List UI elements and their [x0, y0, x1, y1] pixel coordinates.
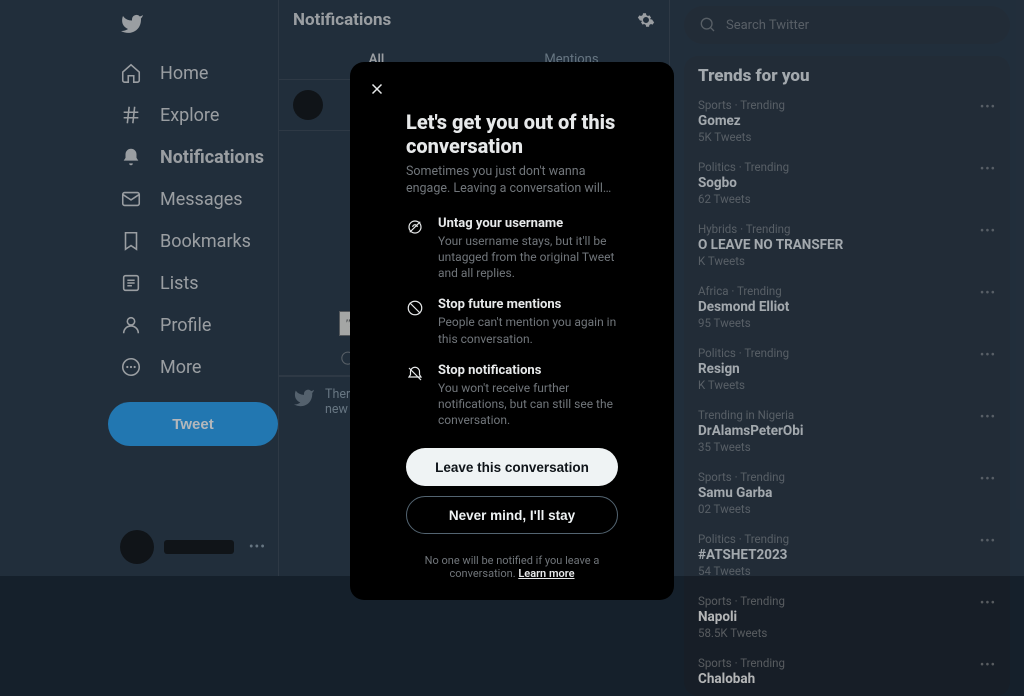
trend-name: Napoli	[698, 609, 996, 625]
leave-conversation-modal: Let's get you out of this conversation S…	[350, 62, 674, 600]
feature-title: Stop notifications	[438, 363, 618, 378]
trend-item[interactable]: Sports · TrendingChalobah•••	[684, 648, 1010, 696]
never-mind-button[interactable]: Never mind, I'll stay	[406, 496, 618, 534]
modal-subtitle: Sometimes you just don't wanna engage. L…	[406, 164, 618, 198]
trend-meta: Sports · Trending	[698, 656, 996, 670]
close-icon[interactable]	[368, 80, 386, 98]
feature-desc: Your username stays, but it'll be untagg…	[438, 233, 618, 282]
trend-name: Chalobah	[698, 671, 996, 687]
trend-meta: Sports · Trending	[698, 594, 996, 608]
feature-item: Untag your username Your username stays, …	[406, 216, 618, 282]
trend-item[interactable]: Sports · TrendingNapoli58.5K Tweets •••	[684, 586, 1010, 648]
feature-icon	[406, 299, 424, 317]
feature-desc: You won't receive further notifications,…	[438, 380, 618, 429]
feature-item: Stop notifications You won't receive furt…	[406, 363, 618, 429]
leave-conversation-button[interactable]: Leave this conversation	[406, 448, 618, 486]
more-icon[interactable]: •••	[980, 596, 996, 611]
feature-item: Stop future mentions People can't mention…	[406, 297, 618, 346]
feature-icon	[406, 365, 424, 383]
modal-overlay: Let's get you out of this conversation S…	[0, 0, 1024, 576]
modal-footer: No one will be notified if you leave a c…	[406, 554, 618, 580]
feature-icon	[406, 218, 424, 236]
feature-title: Untag your username	[438, 216, 618, 231]
feature-title: Stop future mentions	[438, 297, 618, 312]
trend-count: 58.5K Tweets	[698, 626, 996, 640]
feature-desc: People can't mention you again in this c…	[438, 314, 618, 346]
learn-more-link[interactable]: Learn more	[518, 567, 574, 580]
more-icon[interactable]: •••	[980, 658, 996, 673]
modal-title: Let's get you out of this conversation	[406, 110, 618, 158]
